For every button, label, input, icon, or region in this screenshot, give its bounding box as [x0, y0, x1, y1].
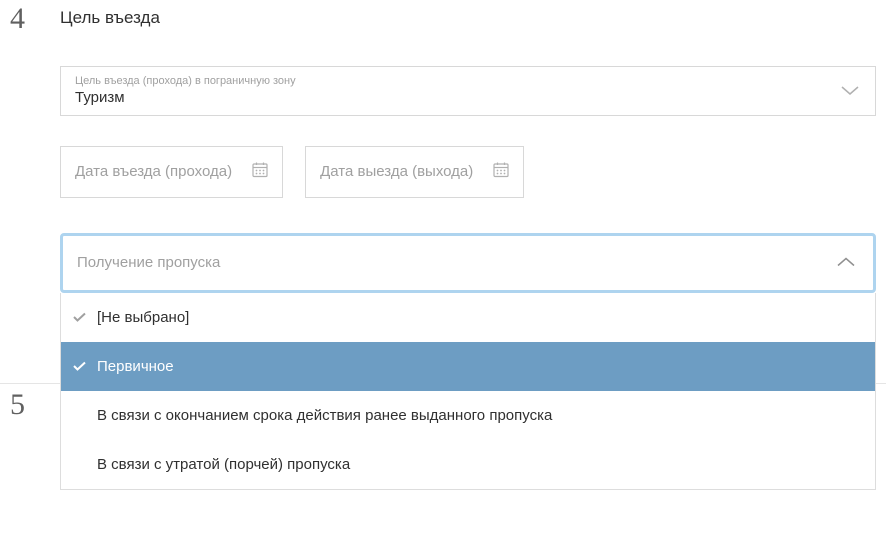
pass-dropdown-trigger[interactable]: Получение пропуска — [60, 233, 876, 293]
purpose-label: Цель въезда (прохода) в пограничную зону — [75, 75, 830, 87]
pass-dropdown-option[interactable]: Первичное — [61, 342, 875, 391]
section-4-form: Цель въезда (прохода) в пограничную зону… — [0, 66, 886, 293]
section-number-5: 5 — [10, 388, 60, 422]
pass-dropdown-option[interactable]: В связи с окончанием срока действия ране… — [61, 391, 875, 440]
section-4: 4 Цель въезда — [0, 0, 886, 36]
exit-date-input[interactable]: Дата выезда (выхода) — [305, 146, 524, 198]
calendar-icon — [252, 162, 268, 183]
purpose-select[interactable]: Цель въезда (прохода) в пограничную зону… — [60, 66, 876, 116]
pass-dropdown-option-label: [Не выбрано] — [97, 309, 189, 326]
entry-date-placeholder: Дата въезда (прохода) — [75, 163, 232, 180]
pass-dropdown-option[interactable]: В связи с утратой (порчей) пропуска — [61, 440, 875, 489]
chevron-down-icon — [841, 86, 859, 96]
purpose-value: Туризм — [75, 89, 125, 106]
check-icon — [73, 358, 86, 375]
pass-dropdown-panel: [Не выбрано] Первичное В связи с окончание… — [60, 293, 876, 490]
exit-date-placeholder: Дата выезда (выхода) — [320, 163, 473, 180]
pass-dropdown-placeholder: Получение пропуска — [77, 254, 220, 271]
section-number-4: 4 — [10, 0, 60, 36]
entry-date-input[interactable]: Дата въезда (прохода) — [60, 146, 283, 198]
pass-dropdown-option-label: В связи с утратой (порчей) пропуска — [97, 456, 350, 473]
section-4-body: Цель въезда — [60, 0, 876, 28]
pass-dropdown: Получение пропуска [Не выбрано]Первичное… — [60, 233, 876, 293]
date-row: Дата въезда (прохода) Дата выезда (выход… — [60, 146, 876, 198]
pass-dropdown-option-label: Первичное — [97, 358, 174, 375]
pass-dropdown-option[interactable]: [Не выбрано] — [61, 293, 875, 342]
chevron-up-icon — [837, 254, 855, 272]
pass-dropdown-option-label: В связи с окончанием срока действия ране… — [97, 407, 552, 424]
section-4-title: Цель въезда — [60, 0, 876, 28]
check-icon — [73, 309, 86, 326]
calendar-icon — [493, 162, 509, 183]
